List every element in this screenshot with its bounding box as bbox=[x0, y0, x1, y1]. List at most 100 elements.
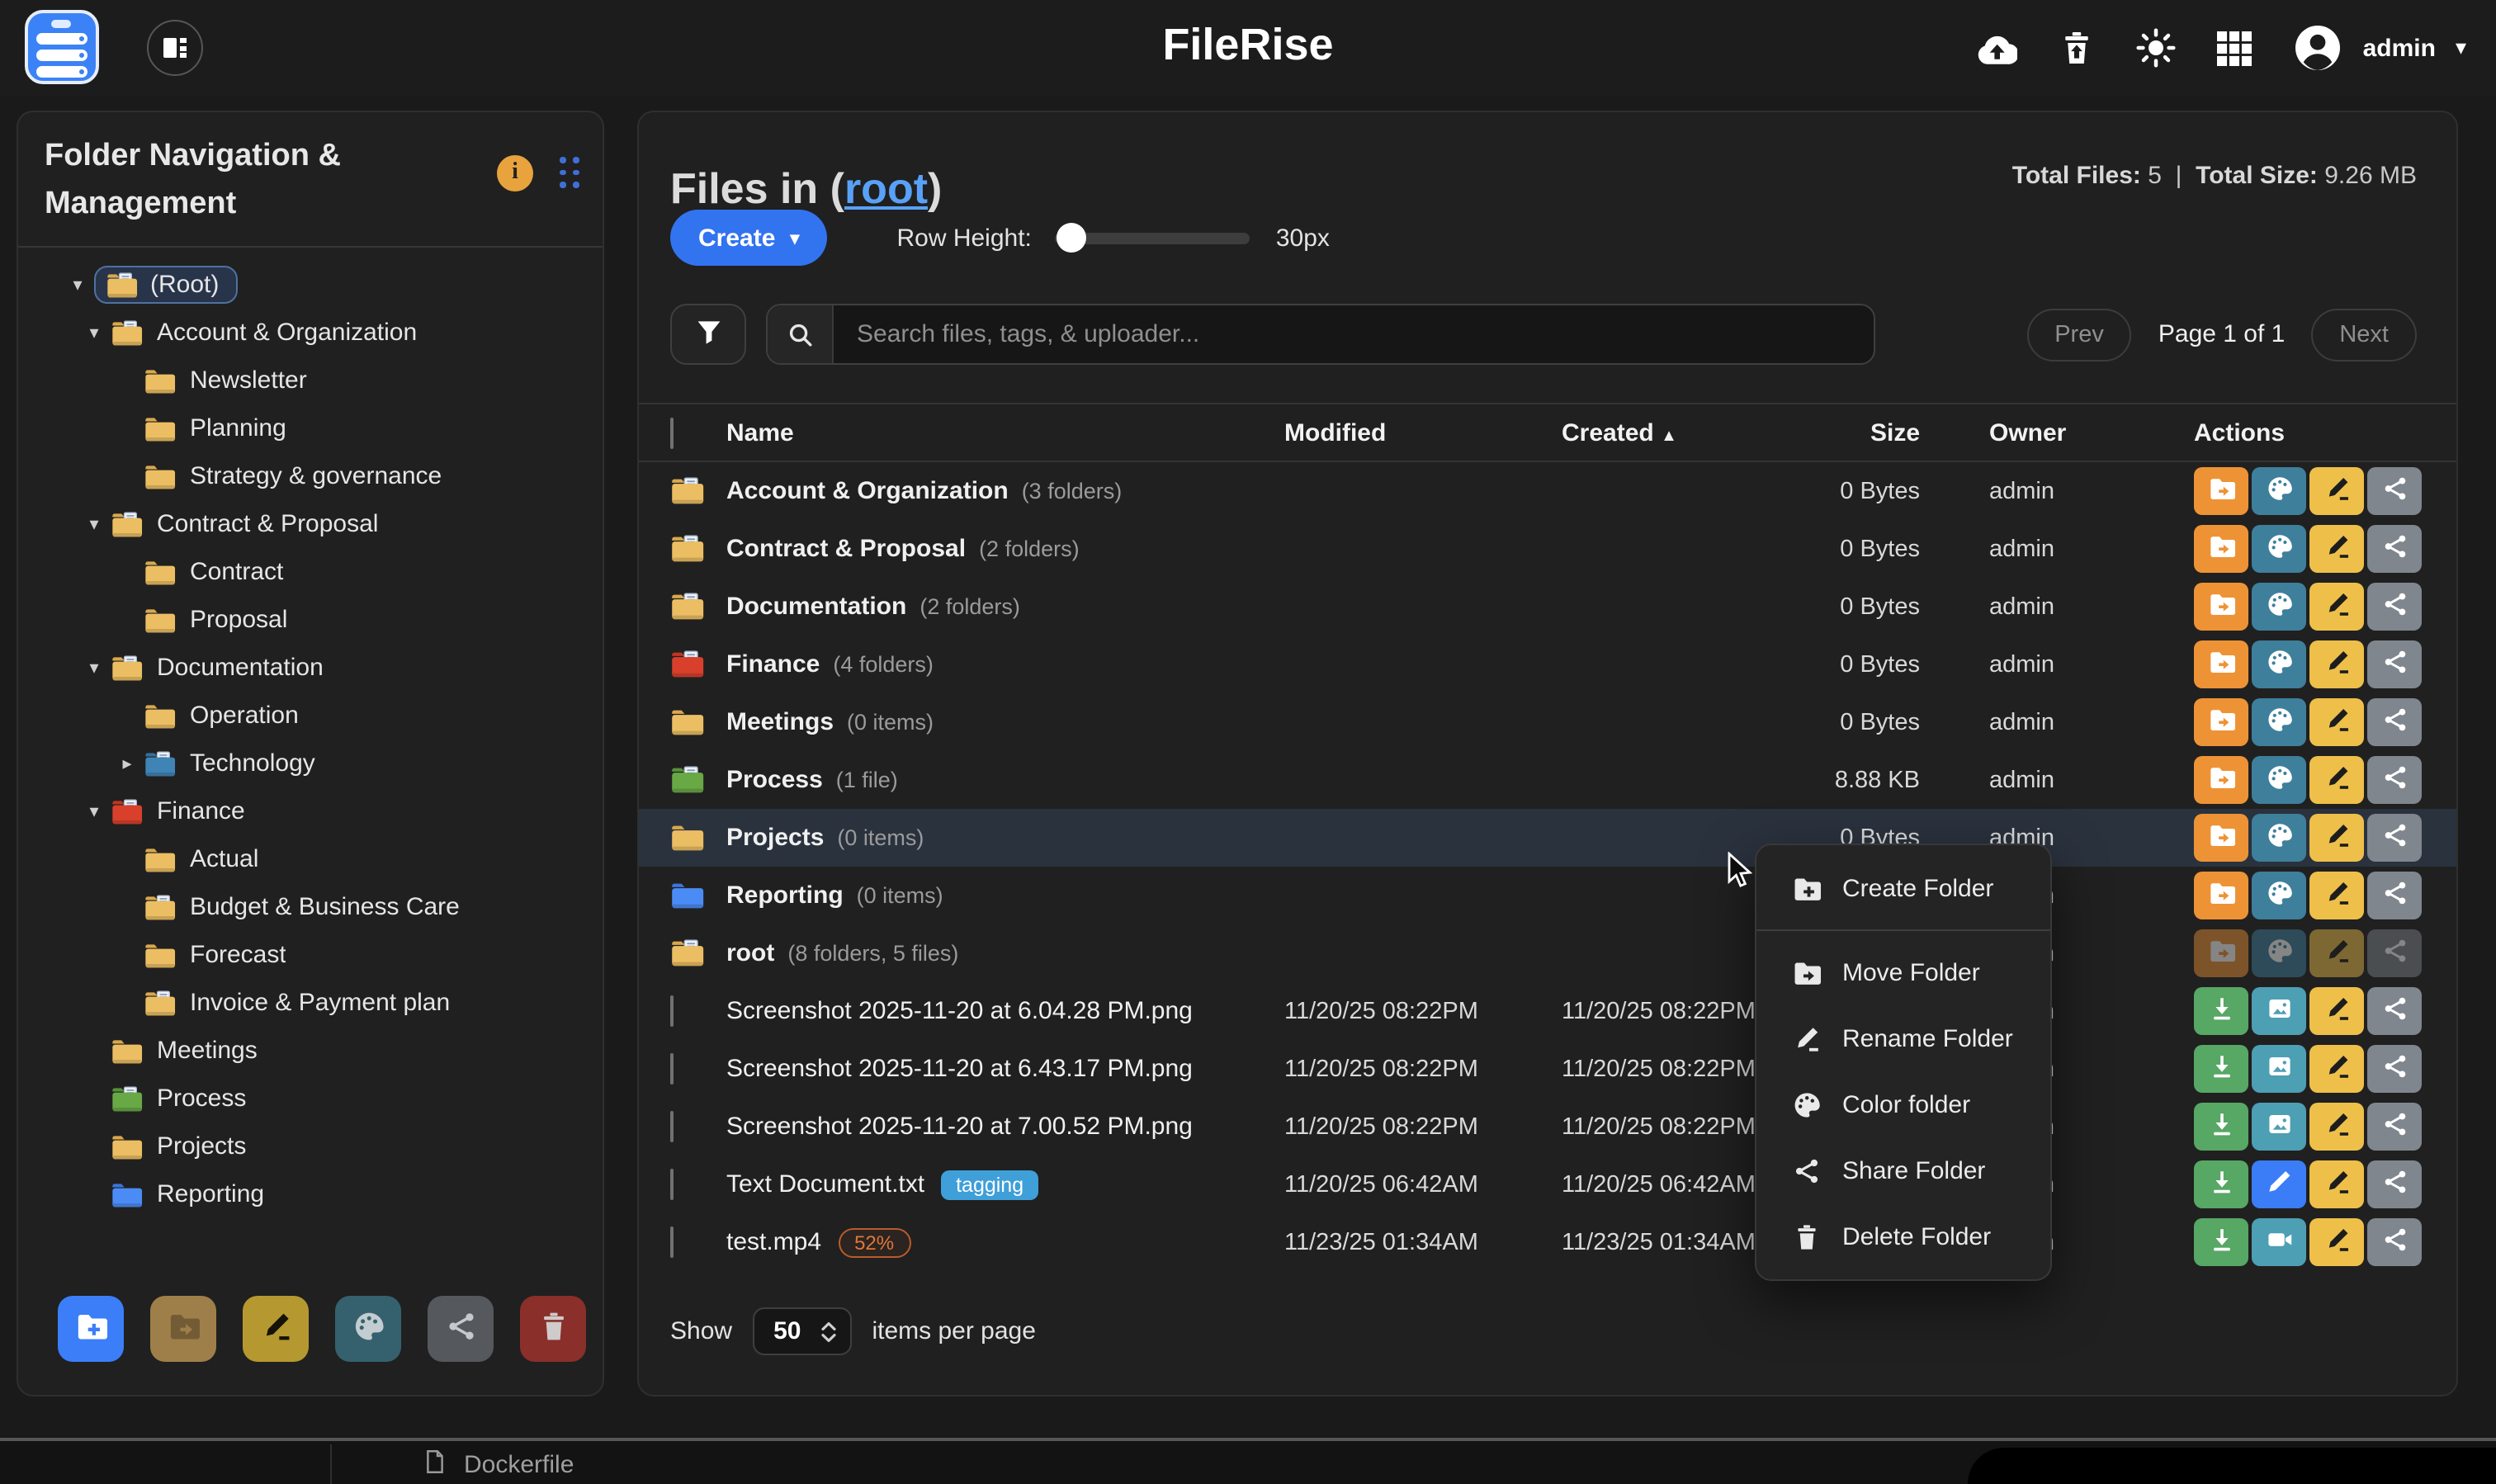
share-action-button[interactable] bbox=[2367, 1103, 2422, 1151]
palette-action-button[interactable] bbox=[2252, 698, 2306, 746]
rename-action-button[interactable] bbox=[2309, 640, 2364, 688]
cloud-upload-icon[interactable] bbox=[1974, 28, 2018, 68]
menu-item-create-folder[interactable]: Create Folder bbox=[1756, 855, 2050, 921]
delete-folder-button[interactable] bbox=[520, 1296, 586, 1362]
tree-item-contract[interactable]: Contract bbox=[18, 548, 603, 596]
file-row-screenshot-2025-11-20-at-6-43-17-pm-png[interactable]: Screenshot 2025-11-20 at 6.43.17 PM.png1… bbox=[639, 1040, 2456, 1098]
move-action-button[interactable] bbox=[2194, 756, 2248, 804]
move-action-button[interactable] bbox=[2194, 583, 2248, 631]
select-all-checkbox[interactable] bbox=[670, 417, 674, 448]
file-row-text-document-txt[interactable]: Text Document.txttagging11/20/25 06:42AM… bbox=[639, 1156, 2456, 1213]
tree-item-planning[interactable]: Planning bbox=[18, 404, 603, 452]
share-action-button[interactable] bbox=[2367, 698, 2422, 746]
drag-handle-icon[interactable] bbox=[560, 157, 579, 187]
download-action-button[interactable] bbox=[2194, 987, 2248, 1035]
download-action-button[interactable] bbox=[2194, 1045, 2248, 1093]
palette-action-button[interactable] bbox=[2252, 929, 2306, 977]
rename-action-button[interactable] bbox=[2309, 1160, 2364, 1208]
move-action-button[interactable] bbox=[2194, 814, 2248, 862]
share-action-button[interactable] bbox=[2367, 1160, 2422, 1208]
palette-action-button[interactable] bbox=[2252, 640, 2306, 688]
move-action-button[interactable] bbox=[2194, 698, 2248, 746]
tree-item-meetings[interactable]: Meetings bbox=[18, 1027, 603, 1075]
tree-item-process[interactable]: Process bbox=[18, 1075, 603, 1122]
image-action-button[interactable] bbox=[2252, 987, 2306, 1035]
tag-badge[interactable]: tagging bbox=[941, 1170, 1038, 1199]
move-action-button[interactable] bbox=[2194, 467, 2248, 515]
rename-action-button[interactable] bbox=[2309, 698, 2364, 746]
rename-action-button[interactable] bbox=[2309, 467, 2364, 515]
tree-caret-icon[interactable]: ▾ bbox=[61, 274, 94, 295]
column-header-name[interactable]: Name bbox=[726, 418, 1284, 447]
row-checkbox[interactable] bbox=[670, 1168, 674, 1199]
share-action-button[interactable] bbox=[2367, 814, 2422, 862]
color-folder-button[interactable] bbox=[335, 1296, 401, 1362]
rename-folder-button[interactable] bbox=[243, 1296, 309, 1362]
tree-item-finance[interactable]: ▾Finance bbox=[18, 787, 603, 835]
file-row-screenshot-2025-11-20-at-6-04-28-pm-png[interactable]: Screenshot 2025-11-20 at 6.04.28 PM.png1… bbox=[639, 982, 2456, 1040]
share-action-button[interactable] bbox=[2367, 1045, 2422, 1093]
folder-row-root[interactable]: root(8 folders, 5 files)admin bbox=[639, 924, 2456, 982]
rename-action-button[interactable] bbox=[2309, 756, 2364, 804]
tree-item-newsletter[interactable]: Newsletter bbox=[18, 357, 603, 404]
user-menu[interactable]: admin ▾ bbox=[2294, 23, 2466, 73]
rename-action-button[interactable] bbox=[2309, 525, 2364, 573]
tree-item-budget-business-care[interactable]: Budget & Business Care bbox=[18, 883, 603, 931]
download-action-button[interactable] bbox=[2194, 1160, 2248, 1208]
tree-caret-icon[interactable]: ▾ bbox=[78, 801, 111, 822]
row-checkbox[interactable] bbox=[670, 1226, 674, 1257]
share-action-button[interactable] bbox=[2367, 583, 2422, 631]
folder-row-contract-proposal[interactable]: Contract & Proposal(2 folders)0 Bytesadm… bbox=[639, 520, 2456, 578]
share-action-button[interactable] bbox=[2367, 467, 2422, 515]
tree-item-actual[interactable]: Actual bbox=[18, 835, 603, 883]
tree-item-reporting[interactable]: Reporting bbox=[18, 1170, 603, 1218]
rename-action-button[interactable] bbox=[2309, 583, 2364, 631]
trash-restore-icon[interactable] bbox=[2059, 30, 2096, 66]
theme-sun-icon[interactable] bbox=[2137, 28, 2177, 68]
tree-item-forecast[interactable]: Forecast bbox=[18, 931, 603, 979]
rename-action-button[interactable] bbox=[2309, 987, 2364, 1035]
folder-row-projects[interactable]: Projects(0 items)0 Bytesadmin bbox=[639, 809, 2456, 867]
folder-row-documentation[interactable]: Documentation(2 folders)0 Bytesadmin bbox=[639, 578, 2456, 636]
tree-item-technology[interactable]: ▸Technology bbox=[18, 740, 603, 787]
download-action-button[interactable] bbox=[2194, 1103, 2248, 1151]
tree-item-account-organization[interactable]: ▾Account & Organization bbox=[18, 309, 603, 357]
share-folder-button[interactable] bbox=[428, 1296, 494, 1362]
column-header-created[interactable]: Created ▲ bbox=[1562, 418, 1831, 447]
folder-row-process[interactable]: Process(1 file)8.88 KBadmin bbox=[639, 751, 2456, 809]
column-header-size[interactable]: Size bbox=[1831, 418, 1950, 447]
info-icon[interactable]: i bbox=[497, 155, 533, 191]
tree-item-documentation[interactable]: ▾Documentation bbox=[18, 644, 603, 692]
move-action-button[interactable] bbox=[2194, 872, 2248, 919]
image-action-button[interactable] bbox=[2252, 1045, 2306, 1093]
image-action-button[interactable] bbox=[2252, 1103, 2306, 1151]
palette-action-button[interactable] bbox=[2252, 814, 2306, 862]
tree-caret-icon[interactable]: ▾ bbox=[78, 322, 111, 343]
prev-page-button[interactable]: Prev bbox=[2026, 308, 2132, 361]
column-header-owner[interactable]: Owner bbox=[1950, 418, 2101, 447]
share-action-button[interactable] bbox=[2367, 929, 2422, 977]
create-button[interactable]: Create▾ bbox=[670, 210, 827, 266]
download-action-button[interactable] bbox=[2194, 1218, 2248, 1266]
tree-item-contract-proposal[interactable]: ▾Contract & Proposal bbox=[18, 500, 603, 548]
row-height-slider[interactable] bbox=[1055, 232, 1250, 243]
rename-action-button[interactable] bbox=[2309, 929, 2364, 977]
menu-item-color-folder[interactable]: Color folder bbox=[1756, 1071, 2050, 1137]
share-action-button[interactable] bbox=[2367, 1218, 2422, 1266]
menu-item-share-folder[interactable]: Share Folder bbox=[1756, 1137, 2050, 1203]
row-checkbox[interactable] bbox=[670, 995, 674, 1026]
tree-item-invoice-payment-plan[interactable]: Invoice & Payment plan bbox=[18, 979, 603, 1027]
move-folder-button[interactable] bbox=[150, 1296, 216, 1362]
filter-button[interactable] bbox=[670, 304, 746, 365]
move-action-button[interactable] bbox=[2194, 640, 2248, 688]
tree-item-strategy-governance[interactable]: Strategy & governance bbox=[18, 452, 603, 500]
edit-action-button[interactable] bbox=[2252, 1160, 2306, 1208]
folder-row-account-organization[interactable]: Account & Organization(3 folders)0 Bytes… bbox=[639, 462, 2456, 520]
folder-row-reporting[interactable]: Reporting(0 items)admin bbox=[639, 867, 2456, 924]
next-page-button[interactable]: Next bbox=[2311, 308, 2417, 361]
palette-action-button[interactable] bbox=[2252, 525, 2306, 573]
rename-action-button[interactable] bbox=[2309, 1103, 2364, 1151]
palette-action-button[interactable] bbox=[2252, 583, 2306, 631]
folder-row-meetings[interactable]: Meetings(0 items)0 Bytesadmin bbox=[639, 693, 2456, 751]
tree-caret-icon[interactable]: ▾ bbox=[78, 513, 111, 535]
